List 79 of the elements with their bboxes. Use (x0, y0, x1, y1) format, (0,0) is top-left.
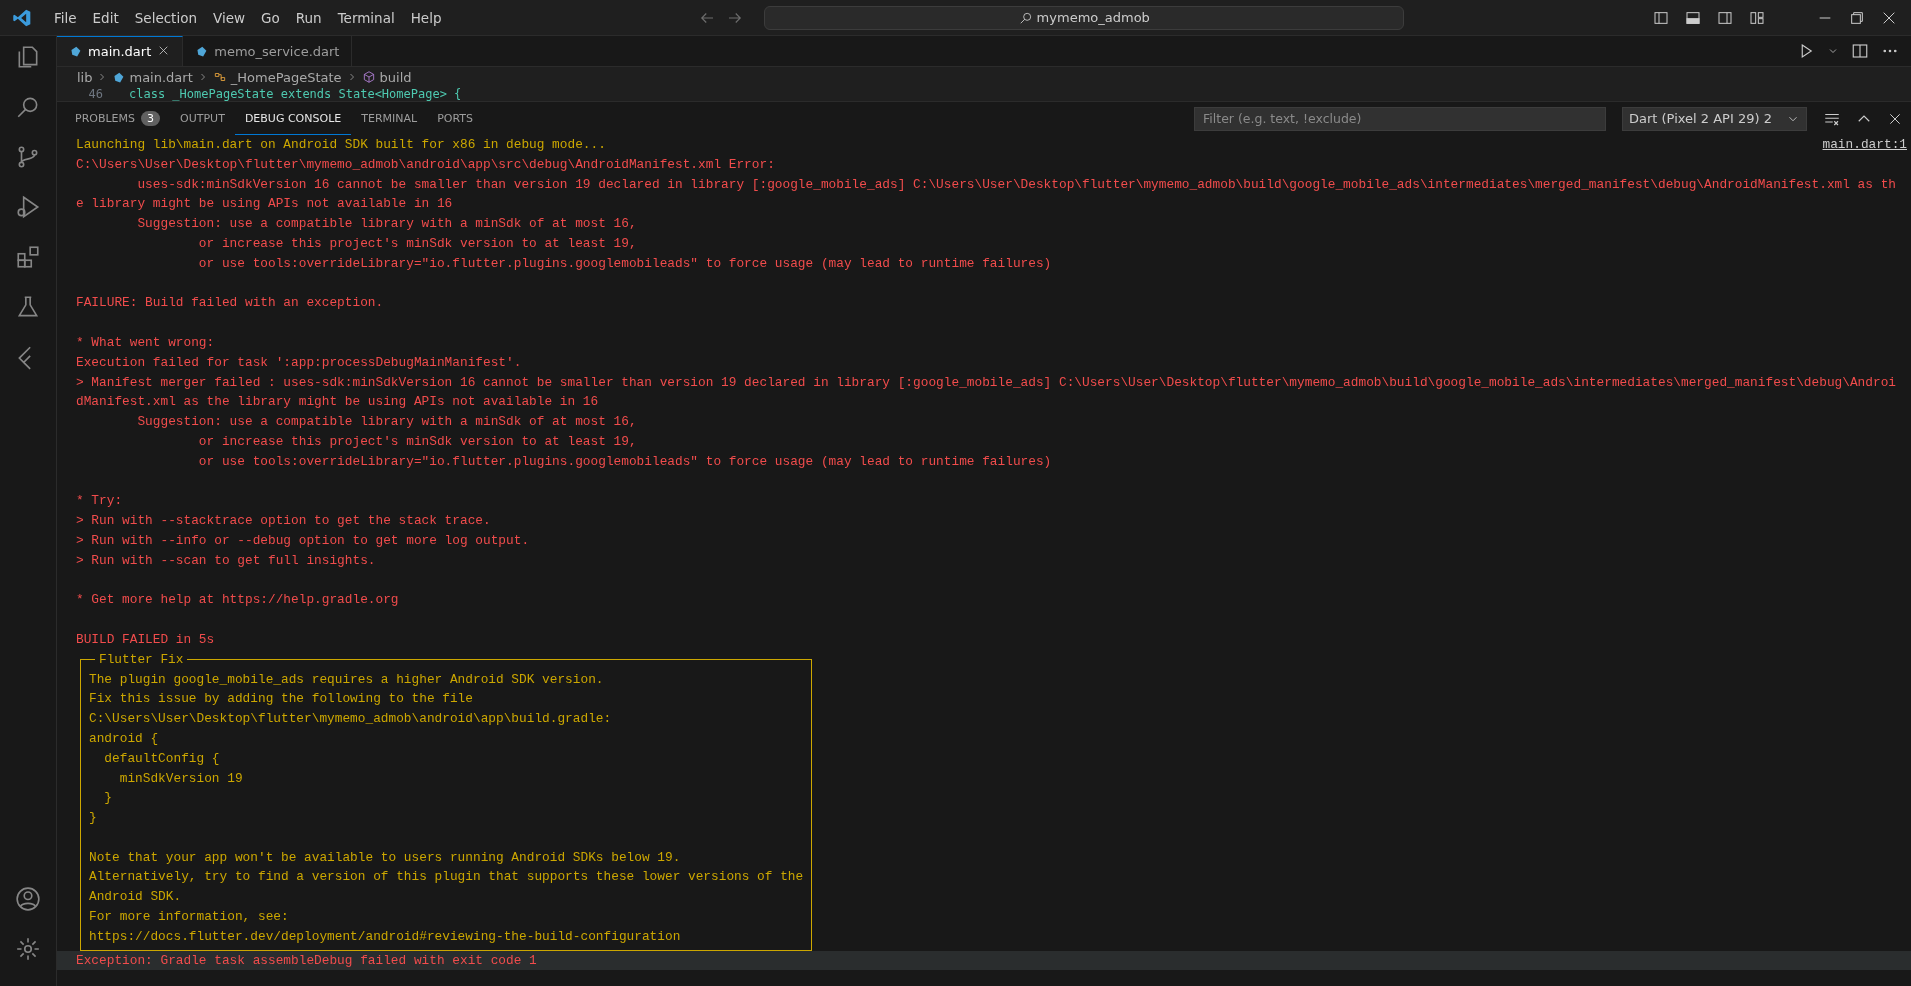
app-logo-icon (12, 7, 32, 28)
method-icon[interactable] (361, 70, 376, 84)
console-line: * Try: (76, 493, 123, 509)
console-line: Execution failed for task ':app:processDebugMainManifest'. (76, 354, 522, 370)
editor-tab[interactable]: main.dart (57, 36, 184, 66)
console-line: Suggestion: use a compatible library with a minSdk of at most 16, (136, 216, 637, 232)
fix-line: https://docs.flutter.dev/deployment/android#reviewing-the-build-configuration (89, 928, 681, 944)
console-line: Launching lib\main.dart on Android SDK built for x86 in debug mode... (76, 136, 606, 154)
console-line: C:\Users\User\Desktop\flutter\mymemo_admob\android\app\src\debug\AndroidManifest.xml Error: (76, 156, 775, 172)
console-line: > Run with --info or --debug option to get more log output. (76, 532, 530, 548)
console-line: BUILD FAILED in 5s (76, 631, 215, 647)
fix-line: Fix this issue by adding the following to the file (89, 691, 473, 707)
secondary-sidebar-icon[interactable] (1717, 9, 1733, 26)
console-line: or use tools:overrideLibrary="io.flutter.plugins.googlemobileads" to force usage (may lead to runtime failures) (197, 453, 1052, 469)
line-number: 46 (87, 87, 103, 101)
command-center[interactable]: mymemo_admob (764, 5, 1405, 30)
dart-file-icon (112, 70, 126, 84)
menu-item[interactable]: Help (402, 9, 450, 26)
count-badge: 3 (141, 111, 161, 126)
fix-line: minSdkVersion 19 (118, 770, 243, 786)
console-line: > Run with --scan to get full insights. (76, 552, 376, 568)
project-name: mymemo_admob (1036, 10, 1150, 25)
menu-item[interactable]: Go (253, 9, 288, 26)
panel-toggle-icon[interactable] (1685, 9, 1701, 26)
panel-tab[interactable]: PROBLEMS 3 (65, 102, 171, 135)
dart-file-icon (195, 44, 209, 58)
breadcrumb-item[interactable]: main.dart (129, 69, 193, 85)
session-dropdown[interactable]: Dart (Pixel 2 API 29) 2 (1622, 106, 1807, 131)
fix-line: } (89, 810, 97, 826)
restore-icon[interactable] (1849, 9, 1865, 26)
panel-tab[interactable]: PORTS (427, 102, 483, 135)
account-icon[interactable] (15, 886, 41, 912)
dart-file-icon (69, 45, 82, 58)
menu-item[interactable]: Selection (126, 9, 205, 26)
breadcrumb-item[interactable]: build (379, 69, 412, 85)
panel-tab[interactable]: DEBUG CONSOLE (234, 102, 352, 135)
menu-item[interactable]: File (46, 9, 85, 26)
breadcrumb-item[interactable]: lib (77, 69, 93, 85)
console-line: > Manifest merger failed : uses-sdk:minSdkVersion 16 cannot be smaller than version 19 declared in library [:google_mobile_ads] C:\Users\User\Desktop\flutter\mymemo_admob\build\google_mobile_ads\intermediates\merged_manifest\debug\Androi (76, 374, 1896, 390)
console-line: uses-sdk:minSdkVersion 16 cannot be smaller than version 19 declared in library [:google_mobile_ads] C:\Users\User\Desktop\flutter\mymemo_admob\build\google_mobile_ads\intermediates\merged_manifest\debug\AndroidManifest.xml as th (136, 176, 1896, 192)
fix-line: The plugin google_mobile_ads requires a higher Android SDK version. (89, 671, 604, 687)
console-line: Exception: Gradle task assembleDebug failed with exit code 1 (76, 952, 537, 968)
console-line: or increase this project's minSdk version to at least 19, (197, 433, 637, 449)
box-title: Flutter Fix (98, 650, 185, 669)
split-editor-icon[interactable] (1851, 42, 1869, 60)
console-line: > Run with --stacktrace option to get the stack trace. (76, 513, 491, 529)
menu-item[interactable]: Edit (84, 9, 127, 26)
layout-icon[interactable] (1749, 9, 1765, 26)
fix-line: android { (89, 730, 159, 746)
fix-line: } (103, 790, 113, 806)
menu-item[interactable]: View (204, 9, 253, 26)
console-line: dManifest.xml as the library might be using APIs not available in 16 (76, 394, 599, 410)
console-line: * Get more help at https://help.gradle.org (76, 592, 399, 608)
selected-row[interactable]: Exception: Gradle task assembleDebug failed with exit code 1 (57, 950, 1911, 971)
fix-line: Android SDK. (89, 889, 182, 905)
console-line: or use tools:overrideLibrary="io.flutter.plugins.googlemobileads" to force usage (may lead to runtime failures) (197, 255, 1052, 271)
extensions-icon[interactable] (15, 244, 41, 270)
fix-line: Note that your app won't be available to users running Android SDKs below 19. (89, 849, 681, 865)
console-line: e library might be using APIs not available in 16 (76, 196, 453, 212)
breadcrumb-item[interactable]: _HomePageState (230, 69, 342, 85)
run-debug-icon[interactable] (15, 194, 41, 220)
menu-item[interactable]: Terminal (329, 9, 403, 26)
console-line: FAILURE: Build failed with an exception. (76, 295, 384, 311)
console-line: * What went wrong: (76, 334, 215, 350)
fix-line: C:\Users\User\Desktop\flutter\mymemo_admob\android\app\build.gradle: (89, 711, 612, 727)
search-icon[interactable] (1018, 10, 1033, 25)
fix-line: For more information, see: (89, 909, 289, 925)
code-line: class _HomePageState extends State<HomePage> { (129, 87, 462, 101)
source-link[interactable]: main.dart:1 (1822, 135, 1911, 155)
sidebar-toggle-icon[interactable] (1653, 9, 1669, 26)
panel-tab[interactable]: TERMINAL (351, 102, 428, 135)
console-line: Suggestion: use a compatible library with a minSdk of at most 16, (136, 414, 637, 430)
panel-tab[interactable]: OUTPUT (170, 102, 235, 135)
fix-line: Alternatively, try to find a version of this plugin that supports these lower versions of the (89, 869, 804, 885)
fix-line: defaultConfig { (103, 750, 220, 766)
settings-icon[interactable] (15, 936, 41, 962)
menu-item[interactable]: Run (287, 9, 330, 26)
console-line: or increase this project's minSdk version to at least 19, (197, 236, 637, 251)
filter-field[interactable]: Filter (e.g. text, !exclude) (1194, 106, 1606, 131)
